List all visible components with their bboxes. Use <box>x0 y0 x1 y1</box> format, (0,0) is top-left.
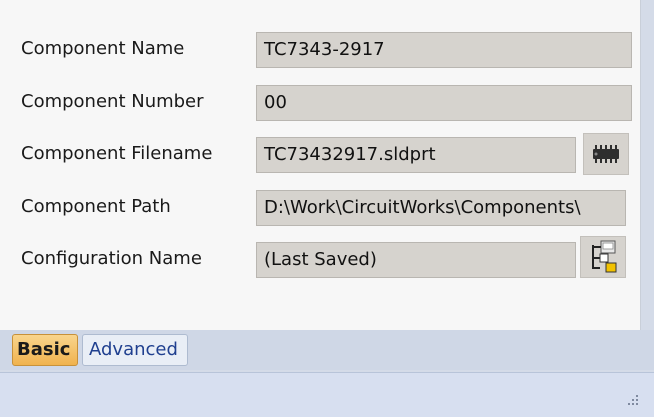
component-number-label: Component Number <box>21 91 204 112</box>
component-name-field[interactable]: TC7343-2917 <box>256 32 632 68</box>
component-path-row: Component Path D:\Work\CircuitWorks\Comp… <box>0 190 641 226</box>
configuration-button[interactable] <box>580 236 626 278</box>
tab-advanced[interactable]: Advanced <box>82 334 188 366</box>
status-bar <box>0 372 654 417</box>
component-path-field[interactable]: D:\Work\CircuitWorks\Components\ <box>256 190 626 226</box>
chip-icon <box>593 145 619 163</box>
component-number-row: Component Number 00 <box>0 85 641 121</box>
component-filename-label: Component Filename <box>21 143 213 164</box>
component-path-label: Component Path <box>21 196 171 217</box>
component-filename-row: Component Filename TC73432917.sldprt <box>0 133 641 175</box>
browse-component-button[interactable] <box>583 133 629 175</box>
tab-basic[interactable]: Basic <box>12 334 78 366</box>
component-name-label: Component Name <box>21 38 185 59</box>
configuration-name-row: Configuration Name (Last Saved) <box>0 236 641 278</box>
configuration-name-field[interactable]: (Last Saved) <box>256 242 576 278</box>
properties-panel: Component Name TC7343-2917 Component Num… <box>0 0 641 330</box>
configuration-tree-icon <box>592 240 617 273</box>
component-filename-field[interactable]: TC73432917.sldprt <box>256 137 576 173</box>
configuration-name-label: Configuration Name <box>21 248 202 269</box>
component-name-row: Component Name TC7343-2917 <box>0 32 641 68</box>
resize-grip-icon[interactable] <box>626 393 640 407</box>
tab-bar: Basic Advanced <box>0 330 654 370</box>
component-number-field[interactable]: 00 <box>256 85 632 121</box>
